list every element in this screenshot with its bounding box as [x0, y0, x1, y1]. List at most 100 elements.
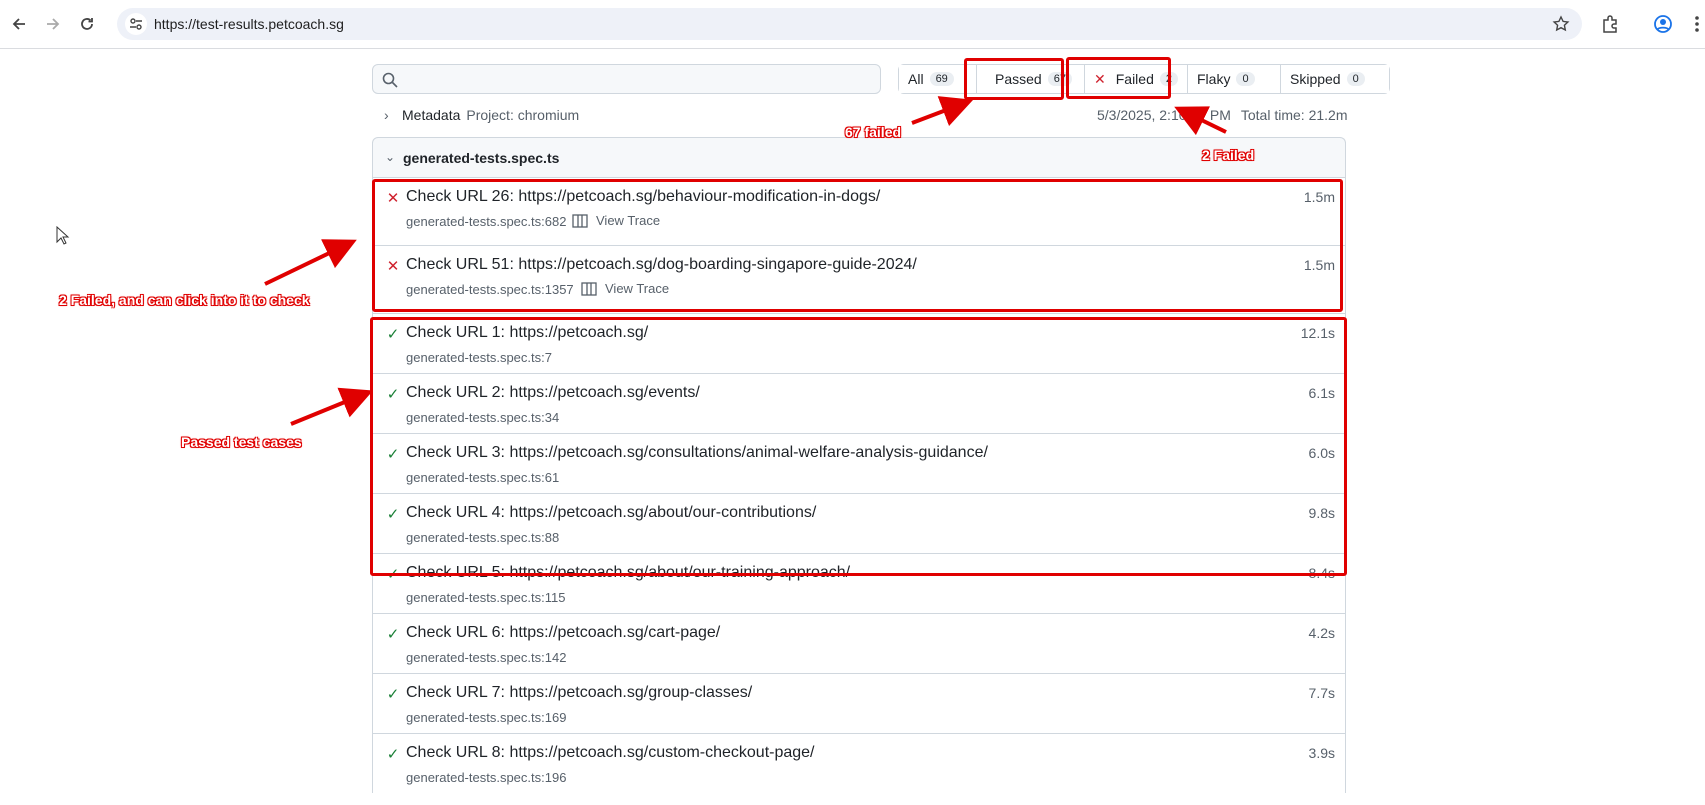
- test-location[interactable]: generated-tests.spec.ts:196: [406, 770, 566, 785]
- test-duration: 12.1s: [1300, 325, 1335, 341]
- test-row[interactable]: ✓ Check URL 3: https://petcoach.sg/consul…: [373, 433, 1345, 493]
- view-trace-label: View Trace: [605, 281, 670, 296]
- test-title[interactable]: Check URL 2: https://petcoach.sg/events/: [406, 384, 700, 402]
- test-row[interactable]: ✓ Check URL 6: https://petcoach.sg/cart-p…: [373, 613, 1345, 673]
- filter-label: Passed: [995, 71, 1042, 87]
- trace-icon: [581, 281, 597, 296]
- test-duration: 4.2s: [1308, 625, 1335, 641]
- file-group-header[interactable]: ⌄ generated-tests.spec.ts: [372, 137, 1346, 177]
- search-icon: [382, 72, 398, 88]
- chevron-right-icon: ›: [384, 107, 389, 123]
- filter-all[interactable]: All 69: [899, 65, 977, 93]
- test-title[interactable]: Check URL 4: https://petcoach.sg/about/o…: [406, 504, 816, 522]
- filter-count: 69: [929, 72, 954, 86]
- forward-arrow-icon: [47, 18, 60, 30]
- trace-icon: [572, 213, 588, 228]
- filter-skipped[interactable]: Skipped 0: [1281, 65, 1389, 93]
- failed-annotation: 2 Failed: [1202, 147, 1255, 163]
- reload-button[interactable]: [73, 10, 101, 38]
- test-title[interactable]: Check URL 5: https://petcoach.sg/about/o…: [406, 564, 850, 582]
- project-label: Project: chromium: [466, 107, 580, 123]
- browser-toolbar: https://test-results.petcoach.sg: [0, 0, 1705, 49]
- view-trace-link[interactable]: View Trace: [581, 281, 669, 296]
- test-row[interactable]: ✓ Check URL 1: https://petcoach.sg/12.1s g…: [373, 313, 1345, 373]
- test-location[interactable]: generated-tests.spec.ts:7: [406, 350, 552, 365]
- search-input[interactable]: [372, 64, 881, 94]
- view-trace-link[interactable]: View Trace: [572, 213, 660, 228]
- filter-label: Flaky: [1197, 71, 1231, 87]
- metadata-label: Metadata: [402, 107, 461, 123]
- test-title[interactable]: Check URL 51: https://petcoach.sg/dog-bo…: [406, 256, 917, 274]
- passed-check-icon: ✓: [386, 746, 400, 763]
- profile-icon[interactable]: [1653, 14, 1673, 34]
- url-text[interactable]: https://test-results.petcoach.sg: [154, 16, 344, 32]
- passed-check-icon: ✓: [386, 506, 400, 523]
- test-duration: 7.7s: [1308, 685, 1335, 701]
- passed-check-icon: ✓: [386, 446, 400, 463]
- filter-failed[interactable]: ✕ Failed 2: [1085, 65, 1188, 93]
- reload-icon: [81, 18, 93, 30]
- passed-check-icon: ✓: [386, 626, 400, 643]
- filter-count: 0: [1346, 72, 1365, 86]
- filter-label: Skipped: [1290, 71, 1341, 87]
- passed-annotation: 67 failed: [845, 124, 902, 140]
- forward-button[interactable]: [39, 10, 67, 38]
- test-row[interactable]: ✕ Check URL 51: https://petcoach.sg/dog-b…: [373, 245, 1345, 313]
- test-location[interactable]: generated-tests.spec.ts:34: [406, 410, 559, 425]
- file-name: generated-tests.spec.ts: [403, 150, 560, 166]
- mouse-cursor-icon: [56, 226, 70, 245]
- test-row[interactable]: ✓ Check URL 5: https://petcoach.sg/about/…: [373, 553, 1345, 613]
- site-info-button[interactable]: [125, 13, 147, 35]
- test-row[interactable]: ✓ Check URL 4: https://petcoach.sg/about/…: [373, 493, 1345, 553]
- back-arrow-icon: [12, 18, 25, 30]
- extensions-icon[interactable]: [1600, 14, 1620, 34]
- filter-count: 2: [1159, 72, 1178, 86]
- test-duration: 1.5m: [1303, 257, 1335, 273]
- test-location[interactable]: generated-tests.spec.ts:682: [406, 214, 566, 229]
- run-date: 5/3/2025, 2:10:37 PM: [1097, 107, 1231, 123]
- metadata-toggle[interactable]: › Metadata Project: chromium: [384, 107, 579, 123]
- bookmark-star-icon[interactable]: [1552, 15, 1570, 33]
- test-location[interactable]: generated-tests.spec.ts:1357: [406, 282, 574, 297]
- failed-x-icon: ✕: [1094, 70, 1106, 87]
- test-row[interactable]: ✕ Check URL 26: https://petcoach.sg/behav…: [373, 177, 1345, 245]
- test-list: ✕ Check URL 26: https://petcoach.sg/behav…: [372, 177, 1346, 793]
- test-row[interactable]: ✓ Check URL 8: https://petcoach.sg/custom…: [373, 733, 1345, 793]
- test-title[interactable]: Check URL 6: https://petcoach.sg/cart-pa…: [406, 624, 720, 642]
- test-title[interactable]: Check URL 8: https://petcoach.sg/custom-…: [406, 744, 815, 762]
- test-duration: 9.8s: [1308, 505, 1335, 521]
- passed-check-icon: ✓: [386, 326, 400, 343]
- test-location[interactable]: generated-tests.spec.ts:142: [406, 650, 566, 665]
- test-title[interactable]: Check URL 26: https://petcoach.sg/behavi…: [406, 188, 880, 206]
- filter-flaky[interactable]: Flaky 0: [1188, 65, 1281, 93]
- filter-count: 67: [1047, 72, 1072, 86]
- passed-rows-annotation: Passed test cases: [181, 434, 302, 450]
- view-trace-label: View Trace: [596, 213, 661, 228]
- test-location[interactable]: generated-tests.spec.ts:61: [406, 470, 559, 485]
- passed-check-icon: ✓: [386, 386, 400, 403]
- passed-check-icon: ✓: [386, 686, 400, 703]
- test-location[interactable]: generated-tests.spec.ts:115: [406, 590, 565, 605]
- test-row[interactable]: ✓ Check URL 2: https://petcoach.sg/events…: [373, 373, 1345, 433]
- test-title[interactable]: Check URL 1: https://petcoach.sg/: [406, 324, 648, 342]
- passed-check-icon: ✓: [386, 566, 400, 583]
- filter-count: 0: [1236, 72, 1255, 86]
- back-button[interactable]: [5, 10, 33, 38]
- test-duration: 8.4s: [1308, 565, 1335, 581]
- menu-kebab-icon[interactable]: [1693, 14, 1701, 34]
- test-title[interactable]: Check URL 3: https://petcoach.sg/consult…: [406, 444, 988, 462]
- test-location[interactable]: generated-tests.spec.ts:88: [406, 530, 559, 545]
- address-bar[interactable]: https://test-results.petcoach.sg: [117, 8, 1582, 40]
- filter-label: All: [908, 71, 924, 87]
- tune-icon: [130, 18, 142, 30]
- test-row[interactable]: ✓ Check URL 7: https://petcoach.sg/group-…: [373, 673, 1345, 733]
- filter-passed[interactable]: Passed 67: [977, 65, 1085, 93]
- failed-rows-annotation: 2 Failed, and can click into it to check: [59, 292, 310, 308]
- chevron-down-icon: ⌄: [385, 150, 396, 164]
- test-title[interactable]: Check URL 7: https://petcoach.sg/group-c…: [406, 684, 752, 702]
- test-duration: 1.5m: [1303, 189, 1335, 205]
- test-location[interactable]: generated-tests.spec.ts:169: [406, 710, 566, 725]
- filter-label: Failed: [1115, 71, 1154, 87]
- failed-x-icon: ✕: [386, 190, 400, 207]
- test-duration: 6.1s: [1308, 385, 1335, 401]
